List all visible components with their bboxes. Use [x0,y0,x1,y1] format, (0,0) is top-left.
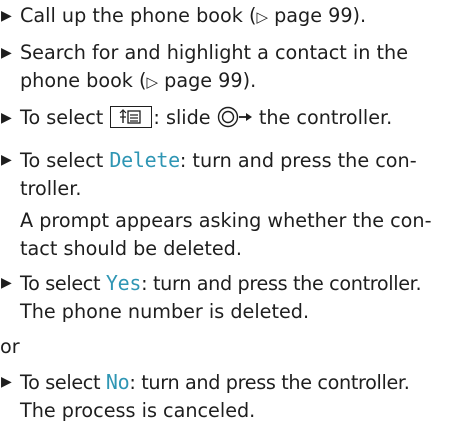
phone-book-menu-icon [110,106,153,128]
bullet-icon: ▶ [1,374,12,390]
step-text: the controller. [252,106,393,129]
step-call-up-phone-book: ▶ Call up the phone book (▷ page 99). [0,2,466,31]
step-select-yes: ▶ To select Yes: turn and press the cont… [0,269,466,326]
step-text: page 99). [268,4,367,27]
step-text: : turn and press the controller. [141,272,422,295]
step-result-line: The phone number is deleted. [20,300,310,323]
bullet-icon: ▶ [1,8,12,24]
step-text-line: To select Delete: turn and press the con… [20,146,466,175]
menu-item-yes: Yes [105,271,142,295]
step-result-line: tact should be deleted. [20,237,242,260]
controller-slide-right-icon [217,106,253,128]
step-text: Call up the phone book ( [20,4,257,27]
step-text-line: To select Yes: turn and press the contro… [20,269,466,298]
bullet-icon: ▶ [1,152,12,168]
step-text: To select [20,371,106,394]
bullet-icon: ▶ [1,45,12,61]
step-result-line: A prompt appears asking whether the con- [20,209,432,232]
step-text: phone book ( [20,69,147,92]
step-result-line: The process is canceled. [20,399,256,422]
bullet-icon: ▶ [1,275,12,291]
step-text: To select [20,106,110,129]
or-separator: or [0,335,20,358]
step-select-menu: ▶ To select : slide the controller. [0,104,466,132]
step-text: page 99). [158,69,257,92]
page-reference-arrow-icon: ▷ [256,8,268,26]
instruction-page: ▶ Call up the phone book (▷ page 99). ▶ … [0,0,466,426]
step-text: To select [20,149,110,172]
step-text: To select [20,272,106,295]
step-text-line: phone book (▷ page 99). [20,67,466,96]
bullet-icon: ▶ [1,110,12,126]
step-text-line: troller. [20,177,82,200]
menu-item-delete: Delete [109,148,180,172]
step-select-delete: ▶ To select Delete: turn and press the c… [0,146,466,263]
step-text: : turn and press the controller. [129,371,410,394]
step-text-line: To select No: turn and press the control… [20,368,466,397]
step-text: : slide [153,106,217,129]
step-text: : turn and press the con- [179,149,417,172]
step-select-no: ▶ To select No: turn and press the contr… [0,368,466,425]
step-text-line: Search for and highlight a contact in th… [20,41,408,64]
menu-item-no: No [105,370,130,394]
step-search-contact: ▶ Search for and highlight a contact in … [0,39,466,96]
page-reference-arrow-icon: ▷ [146,73,159,91]
